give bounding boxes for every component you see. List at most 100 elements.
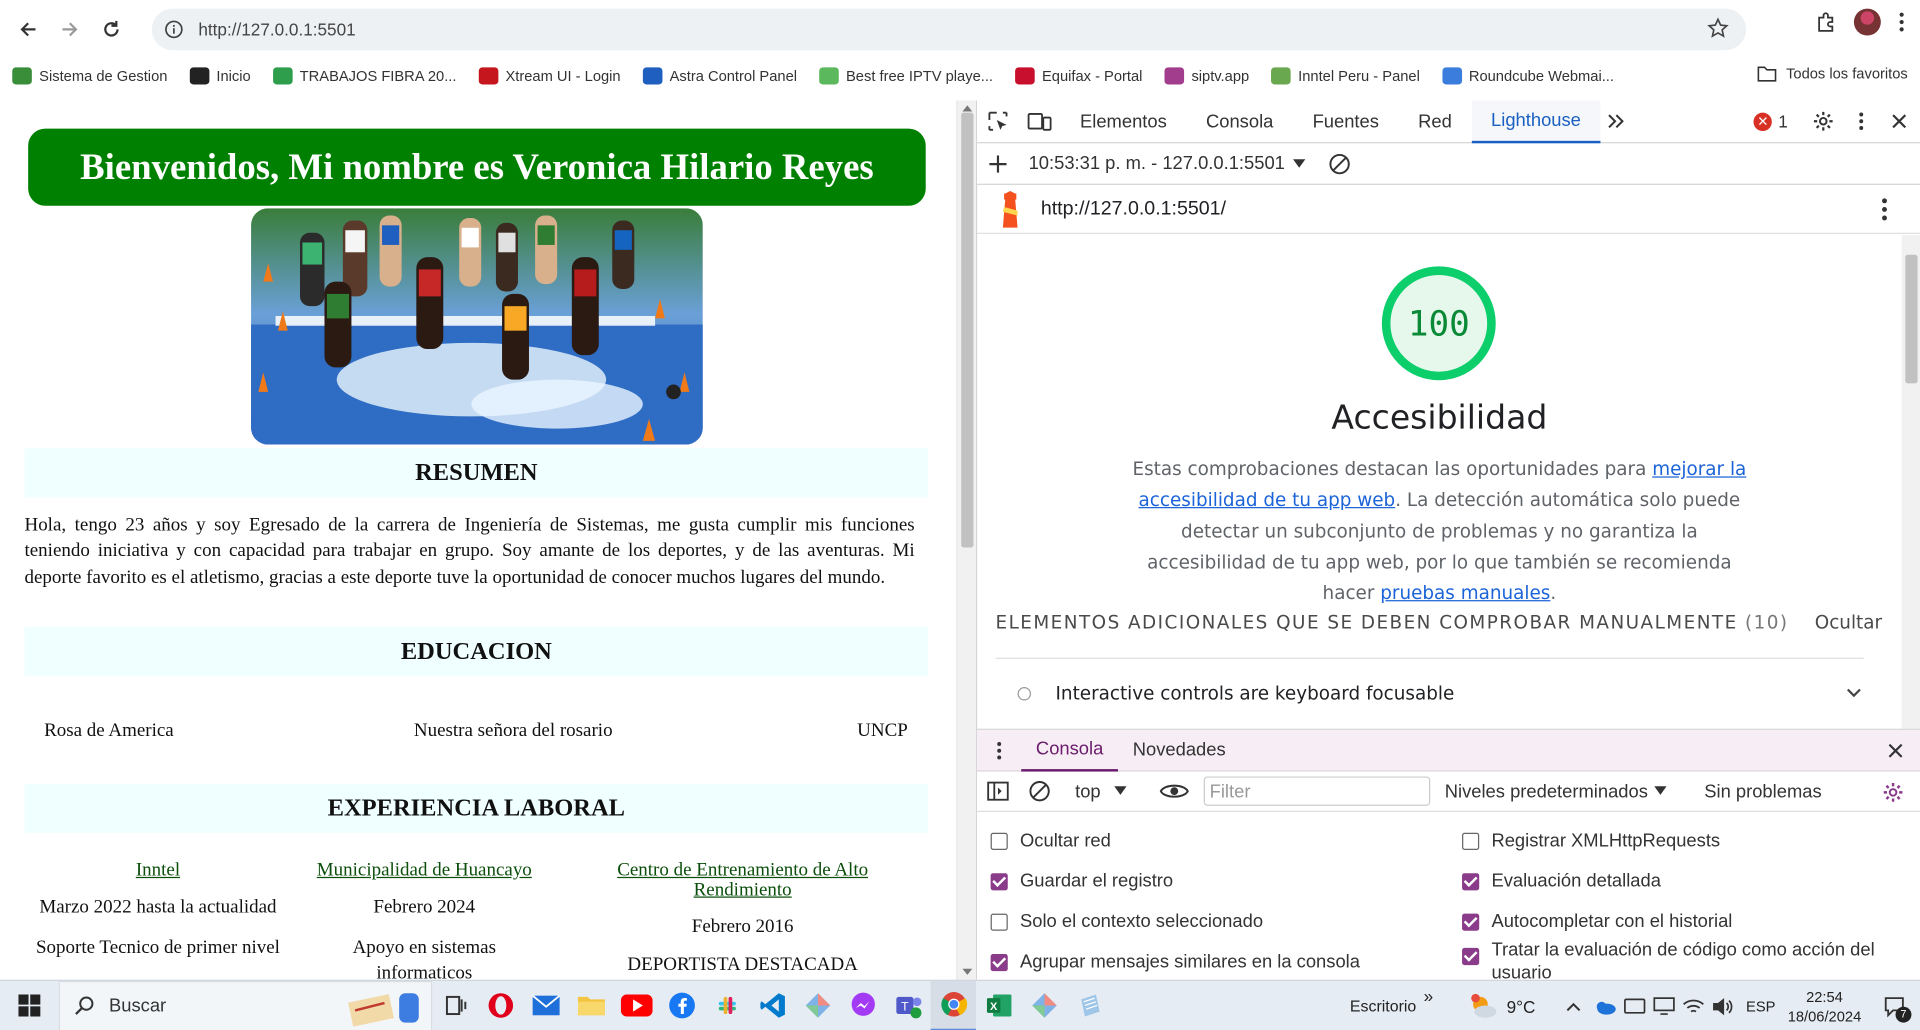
more-tabs-icon[interactable] [1600, 100, 1632, 143]
app-diamond-2-icon[interactable] [1021, 980, 1066, 1030]
checkbox[interactable] [990, 953, 1008, 971]
volume-icon[interactable] [1712, 996, 1734, 1016]
inspect-element-icon[interactable] [977, 100, 1019, 143]
checkbox[interactable] [990, 832, 1008, 850]
new-report-icon[interactable] [977, 142, 1019, 185]
checkbox[interactable] [1462, 872, 1480, 890]
scroll-thumb[interactable] [1905, 254, 1918, 384]
taskbar-search[interactable]: Buscar [58, 980, 433, 1030]
messenger-icon[interactable] [840, 980, 885, 1030]
chrome-icon[interactable] [930, 980, 976, 1030]
console-option[interactable]: Solo el contexto seleccionado [990, 911, 1263, 932]
caret-down-icon[interactable] [1653, 785, 1668, 797]
audit-item[interactable]: Interactive controls are keyboard focusa… [1017, 682, 1863, 704]
company-link[interactable]: Municipalidad de Huancayo [306, 860, 542, 881]
bookmark-item[interactable]: Equifax - Portal [1015, 67, 1142, 85]
bookmark-item[interactable]: Xtream UI - Login [478, 67, 621, 85]
company-link[interactable]: Inntel [24, 860, 291, 881]
weather-icon[interactable] [1470, 993, 1499, 1020]
close-drawer-icon[interactable] [1875, 730, 1917, 772]
onedrive-icon[interactable] [1594, 998, 1616, 1015]
eye-icon[interactable] [1159, 781, 1189, 801]
scroll-up-arrow[interactable] [962, 105, 973, 112]
console-settings-icon[interactable] [1872, 772, 1914, 812]
all-bookmarks-button[interactable]: Todos los favoritos [1757, 65, 1908, 82]
clear-reports-icon[interactable] [1319, 142, 1361, 185]
console-option[interactable]: Autocompletar con el historial [1462, 911, 1732, 932]
notifications-button[interactable]: 7 [1876, 988, 1913, 1025]
sidebar-toggle-icon[interactable] [977, 770, 1019, 813]
scroll-thumb[interactable] [961, 112, 974, 548]
tab-fuentes[interactable]: Fuentes [1293, 100, 1399, 143]
wifi-icon[interactable] [1682, 996, 1704, 1016]
drawer-tab-novedades[interactable]: Novedades [1118, 729, 1240, 771]
drawer-tab-consola[interactable]: Consola [1021, 729, 1119, 771]
desktop-toolbar-label[interactable]: Escritorio [1350, 997, 1416, 1015]
close-devtools-icon[interactable] [1878, 100, 1920, 143]
display-icon[interactable] [1653, 996, 1675, 1016]
profile-avatar[interactable] [1853, 8, 1881, 36]
company-link[interactable]: Centro de Entrenamiento de Alto Rendimie… [600, 860, 885, 900]
info-icon[interactable] [164, 20, 184, 40]
youtube-icon[interactable] [613, 980, 658, 1030]
page-scrollbar[interactable] [956, 100, 976, 980]
report-scrollbar[interactable] [1901, 235, 1920, 729]
report-select[interactable]: 10:53:31 p. m. - 127.0.0.1:5501 [1029, 153, 1285, 174]
levels-select[interactable]: Niveles predeterminados [1445, 781, 1648, 802]
app-diamond-icon[interactable] [795, 980, 840, 1030]
clock[interactable]: 22:54 18/06/2024 [1788, 986, 1862, 1025]
bookmark-item[interactable]: Roundcube Webmai... [1441, 67, 1614, 85]
drawer-menu-icon[interactable] [977, 729, 1021, 772]
bookmark-item[interactable]: Inntel Peru - Panel [1271, 67, 1420, 85]
console-option[interactable]: Agrupar mensajes similares en la consola [990, 952, 1360, 972]
console-option[interactable]: Ocultar red [990, 830, 1111, 851]
checkbox[interactable] [990, 913, 1008, 931]
checkbox[interactable] [990, 872, 1008, 890]
bookmark-item[interactable]: Astra Control Panel [642, 67, 797, 85]
tab-consola[interactable]: Consola [1186, 100, 1293, 143]
back-button[interactable] [7, 9, 49, 51]
issues-button[interactable]: Sin problemas [1704, 781, 1821, 802]
device-icon[interactable] [1623, 996, 1646, 1016]
device-toolbar-icon[interactable] [1019, 100, 1061, 143]
bookmark-item[interactable]: Best free IPTV playe... [819, 67, 993, 85]
report-menu-icon[interactable] [1881, 197, 1888, 221]
console-option[interactable]: Registrar XMLHttpRequests [1462, 830, 1720, 851]
tab-red[interactable]: Red [1399, 100, 1472, 143]
language-indicator[interactable]: ESP [1746, 998, 1775, 1015]
report-url[interactable]: http://127.0.0.1:5501/ [1041, 198, 1226, 220]
caret-down-icon[interactable] [1292, 157, 1307, 169]
teams-icon[interactable]: T [885, 980, 930, 1030]
bookmark-item[interactable]: siptv.app [1164, 67, 1249, 85]
vscode-icon[interactable] [749, 980, 794, 1030]
tab-lighthouse[interactable]: Lighthouse [1471, 99, 1601, 143]
bookmark-item[interactable]: Sistema de Gestion [12, 67, 167, 85]
checkbox[interactable] [1462, 947, 1480, 966]
reload-button[interactable] [91, 9, 133, 51]
browser-menu-icon[interactable] [1898, 11, 1905, 33]
settings-gear-icon[interactable] [1802, 100, 1844, 143]
toolbar-expand-icon[interactable]: » [1424, 985, 1434, 1005]
notepad-icon[interactable] [1067, 980, 1112, 1030]
console-option[interactable]: Evaluación detallada [1462, 871, 1661, 892]
tab-elementos[interactable]: Elementos [1060, 100, 1186, 143]
console-option[interactable]: Tratar la evaluación de código como acci… [1462, 938, 1895, 985]
checkbox[interactable] [1462, 832, 1480, 850]
bookmark-item[interactable]: TRABAJOS FIBRA 20... [272, 67, 456, 85]
devtools-menu-icon[interactable] [1844, 100, 1878, 143]
extensions-icon[interactable] [1815, 11, 1837, 33]
chevron-down-icon[interactable] [1845, 687, 1862, 699]
chevron-up-icon[interactable] [1565, 1000, 1582, 1012]
caret-down-icon[interactable] [1113, 785, 1128, 797]
clear-console-icon[interactable] [1019, 770, 1061, 813]
bookmark-star-icon[interactable] [1707, 17, 1729, 39]
slack-icon[interactable] [704, 980, 749, 1030]
excel-icon[interactable]: X [976, 980, 1021, 1030]
checkbox[interactable] [1462, 913, 1480, 931]
start-button[interactable] [0, 980, 59, 1030]
error-counter[interactable]: ✕ 1 [1753, 111, 1788, 131]
desc-link-manual-tests[interactable]: pruebas manuales [1380, 582, 1550, 604]
facebook-icon[interactable] [659, 980, 704, 1030]
console-option[interactable]: Guardar el registro [990, 871, 1173, 892]
url-text[interactable]: http://127.0.0.1:5501 [198, 20, 355, 40]
